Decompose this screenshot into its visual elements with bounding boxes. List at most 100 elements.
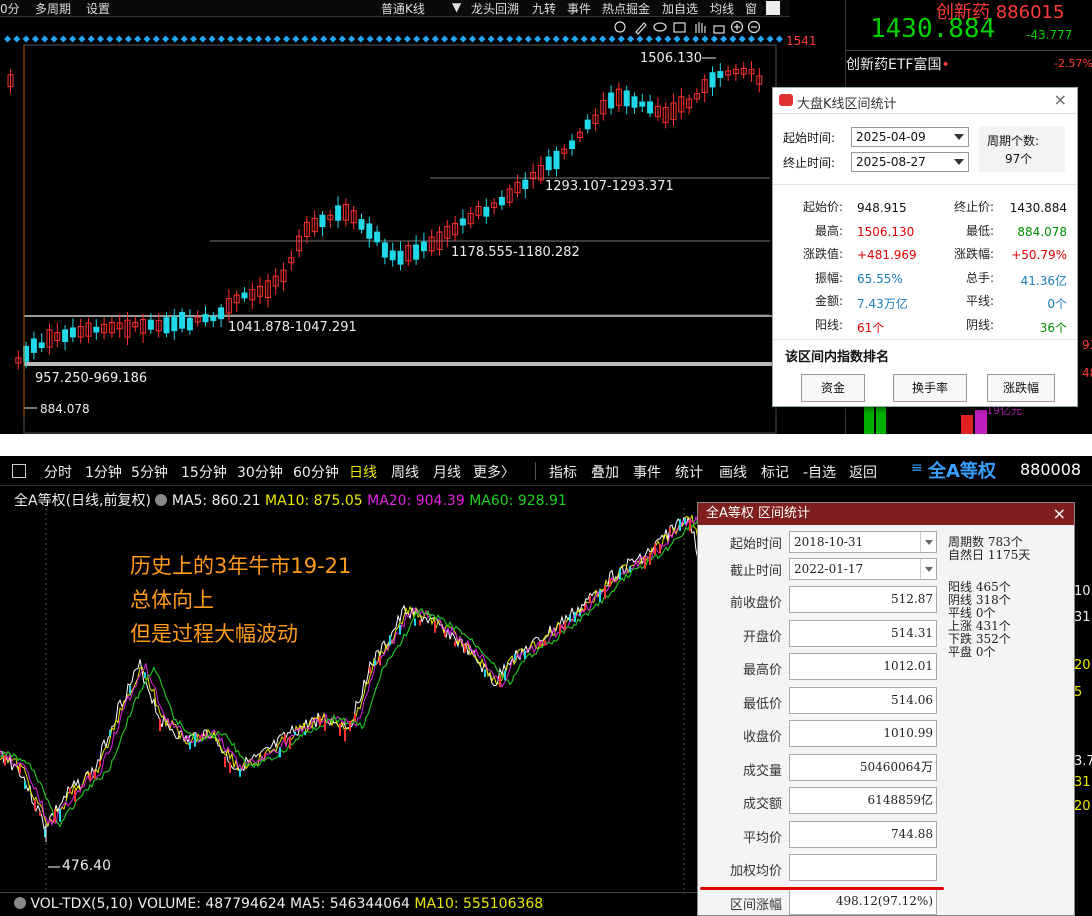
etf-name[interactable]: 创新药ETF富国• bbox=[846, 54, 950, 74]
toolbar-item-multi-period[interactable]: 多周期 bbox=[35, 0, 71, 17]
signal-marker bbox=[729, 35, 737, 43]
price-scale-label: 1541 bbox=[786, 34, 817, 48]
row-value-field[interactable]: 6148859亿 bbox=[789, 787, 937, 814]
row-value-field[interactable]: 1012.01 bbox=[789, 653, 937, 680]
candle-body bbox=[38, 342, 45, 349]
toolbar-item-add-favorite[interactable]: 加自选 bbox=[662, 0, 698, 17]
row-value-field[interactable] bbox=[789, 854, 937, 881]
toolbar-item[interactable]: 5分钟 bbox=[131, 462, 168, 482]
toolbar-item-kline-type[interactable]: 普通K线 bbox=[381, 0, 425, 17]
candle-body bbox=[659, 544, 661, 554]
candle-body bbox=[294, 731, 296, 736]
toolbar-item-nine-turn[interactable]: 九转 bbox=[532, 0, 556, 17]
row-value-field[interactable]: 498.12(97.12%) bbox=[789, 887, 937, 915]
top-chart-panel: 0分 多周期 设置 普通K线 ▼ 龙头回溯 九转 事件 热点掘金 加自选 均线 … bbox=[0, 0, 1092, 434]
pen-icon[interactable] bbox=[635, 22, 647, 35]
toolbar-item-ma[interactable]: 均线 bbox=[710, 0, 734, 17]
candle-body bbox=[399, 624, 401, 635]
close-icon[interactable]: × bbox=[1054, 90, 1067, 109]
row-value-field[interactable]: 50460064万 bbox=[789, 753, 937, 781]
toolbar-item[interactable]: 画线 bbox=[719, 462, 747, 482]
edge-value: 5 bbox=[1074, 685, 1083, 700]
menu-icon[interactable]: ≡ bbox=[911, 460, 923, 476]
toolbar-item[interactable]: 60分钟 bbox=[293, 462, 339, 482]
row-value-field[interactable]: 514.31 bbox=[789, 619, 937, 647]
rank-by-turnover-button[interactable]: 换手率 bbox=[893, 374, 967, 402]
print-icon[interactable] bbox=[673, 22, 686, 33]
candle-body bbox=[59, 808, 61, 822]
candle-body bbox=[163, 317, 170, 334]
candle-body bbox=[335, 205, 342, 221]
signal-marker bbox=[617, 35, 625, 43]
toolbar-item[interactable]: 15分钟 bbox=[181, 462, 227, 482]
toolbar-item[interactable]: 指标 bbox=[549, 462, 577, 482]
candle-body bbox=[186, 317, 193, 331]
candle-body bbox=[444, 632, 446, 637]
toolbar-item[interactable]: 叠加 bbox=[591, 462, 619, 482]
candle-body bbox=[34, 799, 36, 811]
edge-value: 20 bbox=[1074, 799, 1091, 814]
close-icon[interactable]: × bbox=[1053, 503, 1066, 525]
toolbar-item[interactable]: 周线 bbox=[391, 462, 419, 482]
rank-by-change-button[interactable]: 涨跌幅 bbox=[987, 374, 1055, 402]
toolbar-item-settings[interactable]: 设置 bbox=[86, 0, 110, 17]
lock-icon[interactable] bbox=[713, 25, 725, 34]
candle-body bbox=[604, 585, 606, 599]
signal-marker bbox=[599, 35, 607, 43]
toolbar-item[interactable]: 日线 bbox=[349, 462, 377, 482]
rank-by-capital-button[interactable]: 资金 bbox=[801, 374, 865, 402]
toolbar-item[interactable]: 1分钟 bbox=[85, 462, 122, 482]
toolbar-item[interactable]: 返回 bbox=[849, 462, 877, 482]
row-value-field[interactable]: 512.87 bbox=[789, 586, 937, 613]
toolbar-item[interactable]: 事件 bbox=[633, 462, 661, 482]
stat-value: 7.43万亿 bbox=[857, 297, 908, 311]
row-value-field[interactable]: 514.06 bbox=[789, 686, 937, 714]
toolbar-item-0min[interactable]: 0分 bbox=[0, 0, 20, 17]
toolbar-item-hot[interactable]: 热点掘金 bbox=[602, 0, 650, 17]
end-time-select[interactable]: 2022-01-17 bbox=[789, 558, 937, 580]
low-price-label: 476.40 bbox=[62, 858, 111, 874]
candle-body bbox=[69, 788, 71, 794]
signal-marker bbox=[310, 35, 318, 43]
toolbar-item[interactable]: 更多〉 bbox=[473, 462, 515, 482]
vol-indicator-name[interactable]: VOL-TDX(5,10) bbox=[30, 896, 133, 912]
stat-label: 涨跌幅: bbox=[953, 247, 994, 261]
end-time-select[interactable]: 2025-08-27 bbox=[851, 152, 969, 172]
start-time-select[interactable]: 2018-10-31 bbox=[789, 531, 937, 553]
settings-icon[interactable] bbox=[614, 21, 626, 33]
toolbar-item[interactable]: 统计 bbox=[675, 462, 703, 482]
candle-body bbox=[369, 666, 371, 674]
candle-body bbox=[623, 90, 630, 107]
chevron-down-icon bbox=[954, 134, 964, 140]
ma-header: 全A等权(日线,前复权) MA5: 860.21 MA10: 875.05 MA… bbox=[14, 490, 567, 510]
candle-body bbox=[684, 518, 686, 524]
toolbar-item-window[interactable]: 窗 bbox=[745, 0, 757, 17]
row-value-field[interactable]: 1010.99 bbox=[789, 720, 937, 747]
toolbar-item[interactable]: 30分钟 bbox=[237, 462, 283, 482]
toolbar-item-leader[interactable]: 龙头回溯 bbox=[471, 0, 519, 17]
eye-icon[interactable] bbox=[653, 22, 667, 32]
dropdown-circle-icon[interactable] bbox=[155, 494, 168, 506]
row-label: 加权均价 bbox=[729, 864, 782, 879]
start-time-label: 起始时间 bbox=[729, 537, 782, 552]
hand-icon[interactable] bbox=[695, 22, 706, 33]
dropdown-circle-icon[interactable] bbox=[14, 897, 26, 909]
stat-value: 61个 bbox=[857, 320, 885, 335]
stat-label: 起始价: bbox=[802, 200, 843, 214]
signal-marker bbox=[394, 35, 402, 43]
signal-marker bbox=[78, 35, 86, 43]
collapse-panel-icon[interactable] bbox=[766, 1, 780, 15]
row-value-field[interactable]: 744.88 bbox=[789, 820, 937, 848]
signal-marker bbox=[255, 35, 263, 43]
stat-label: 平线: bbox=[965, 294, 994, 308]
dropdown-arrow-icon[interactable]: ▼ bbox=[452, 0, 461, 14]
toolbar-item[interactable]: 标记 bbox=[761, 462, 789, 482]
start-time-select[interactable]: 2025-04-09 bbox=[851, 127, 969, 147]
sidebar-toggle-icon[interactable] bbox=[12, 464, 26, 478]
toolbar-item[interactable]: -自选 bbox=[803, 462, 836, 482]
toolbar-item[interactable]: 分时 bbox=[44, 462, 72, 482]
stock-change: -43.777 bbox=[1026, 28, 1073, 42]
toolbar-item[interactable]: 月线 bbox=[433, 462, 461, 482]
stat-label: 阴线: bbox=[965, 317, 994, 332]
toolbar-item-events[interactable]: 事件 bbox=[567, 0, 591, 17]
